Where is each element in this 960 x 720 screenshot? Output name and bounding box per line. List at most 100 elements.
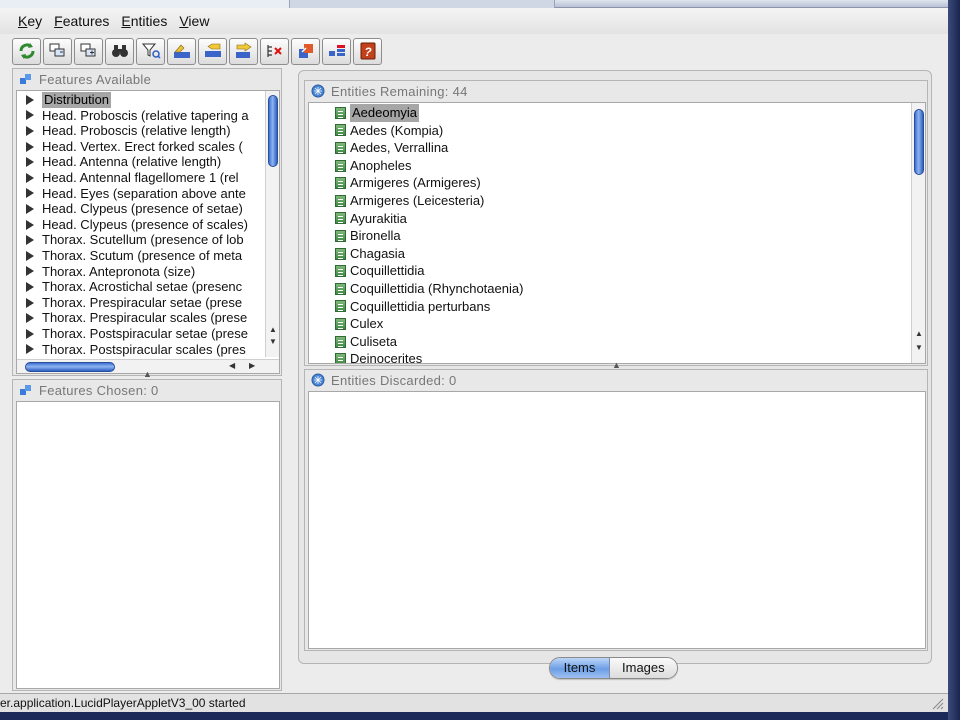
features-used-button[interactable] xyxy=(43,37,72,65)
feature-tree-item[interactable]: Head. Clypeus (presence of scales) xyxy=(17,217,279,233)
features-chosen-list[interactable] xyxy=(16,401,280,689)
feature-tree-item[interactable]: Head. Antennal flagellomere 1 (rel xyxy=(17,170,279,186)
feature-tree-item[interactable]: Thorax. Scutellum (presence of lob xyxy=(17,232,279,248)
entity-list-item[interactable]: Coquillettidia (Rhynchotaenia) xyxy=(309,280,925,298)
similarities-button[interactable] xyxy=(322,37,351,65)
clear-chosen-button[interactable] xyxy=(260,37,289,65)
entities-discarded-list[interactable] xyxy=(308,391,926,649)
expand-triangle-icon[interactable] xyxy=(26,344,34,355)
find-button[interactable] xyxy=(105,37,134,65)
scroll-down-arrow[interactable]: ▼ xyxy=(268,337,278,347)
resize-grip-icon[interactable] xyxy=(930,696,944,710)
menu-entities[interactable]: Entities xyxy=(121,13,167,29)
entity-list-item[interactable]: Aedeomyia xyxy=(309,104,925,122)
features-available-list[interactable]: Distribution Head. Proboscis (relative ta… xyxy=(16,90,280,374)
splitter-handle[interactable]: ▲ xyxy=(143,369,152,379)
features-chosen-title: Features Chosen: 0 xyxy=(39,382,159,398)
entity-list-item[interactable]: Coquillettidia xyxy=(309,262,925,280)
expand-triangle-icon[interactable] xyxy=(26,172,34,183)
restart-button[interactable] xyxy=(12,37,41,65)
expand-triangle-icon[interactable] xyxy=(26,297,34,308)
prune-button[interactable] xyxy=(198,37,227,65)
expand-triangle-icon[interactable] xyxy=(26,125,34,136)
features-used-icon xyxy=(49,43,64,57)
next-feature-button[interactable] xyxy=(229,37,258,65)
expand-triangle-icon[interactable] xyxy=(26,157,34,168)
features-available-header: Features Available xyxy=(13,69,281,89)
entities-remaining-header: Entities Remaining: 44 xyxy=(305,81,927,101)
entity-list-item[interactable]: Armigeres (Armigeres) xyxy=(309,174,925,192)
expand-triangle-icon[interactable] xyxy=(26,266,34,277)
expand-triangle-icon[interactable] xyxy=(26,235,34,246)
features-vertical-scrollbar[interactable]: ▲ ▼ xyxy=(265,91,279,357)
features-horizontal-scroll-thumb[interactable] xyxy=(25,362,115,372)
entity-document-icon xyxy=(335,282,346,295)
feature-tree-item[interactable]: Thorax. Prespiracular scales (prese xyxy=(17,310,279,326)
feature-tree-item[interactable]: Head. Antenna (relative length) xyxy=(17,154,279,170)
feature-label: Head. Proboscis (relative length) xyxy=(42,123,231,139)
entity-list-item[interactable]: Armigeres (Leicesteria) xyxy=(309,192,925,210)
features-vertical-scroll-thumb[interactable] xyxy=(268,95,278,167)
binoculars-icon xyxy=(111,45,128,57)
feature-tree-item[interactable]: Head. Eyes (separation above ante xyxy=(17,186,279,202)
expand-triangle-icon[interactable] xyxy=(26,188,34,199)
feature-tree-item[interactable]: Thorax. Postspiracular setae (prese xyxy=(17,326,279,342)
entities-remaining-list[interactable]: Aedeomyia Aedes (Kompia) Aedes, Verrallina… xyxy=(308,102,926,364)
scroll-up-arrow[interactable]: ▲ xyxy=(268,325,278,335)
feature-tree-item[interactable]: Thorax. Scutum (presence of meta xyxy=(17,248,279,264)
entity-list-item[interactable]: Coquillettidia perturbans xyxy=(309,298,925,316)
entities-vertical-scroll-thumb[interactable] xyxy=(914,109,924,175)
best-feature-button[interactable] xyxy=(167,37,196,65)
entity-list-item[interactable]: Aedes (Kompia) xyxy=(309,122,925,140)
expand-triangle-icon[interactable] xyxy=(26,141,34,152)
filter-button[interactable] xyxy=(136,37,165,65)
menu-features[interactable]: Features xyxy=(54,13,109,29)
entity-list-item[interactable]: Ayurakitia xyxy=(309,210,925,228)
entity-document-icon xyxy=(335,124,346,137)
entity-label: Coquillettidia (Rhynchotaenia) xyxy=(350,280,524,296)
expand-triangle-icon[interactable] xyxy=(26,313,34,324)
tab-images[interactable]: Images xyxy=(610,658,677,678)
scroll-right-arrow[interactable]: ▶ xyxy=(249,361,255,370)
entity-label: Armigeres (Leicesteria) xyxy=(350,192,485,208)
feature-tree-item[interactable]: Head. Proboscis (relative tapering a xyxy=(17,108,279,124)
expand-triangle-icon[interactable] xyxy=(26,328,34,339)
entity-document-icon xyxy=(335,247,346,260)
entity-list-item[interactable]: Chagasia xyxy=(309,245,925,263)
entity-list-item[interactable]: Aedes, Verrallina xyxy=(309,139,925,157)
features-chosen-panel: Features Chosen: 0 xyxy=(12,379,282,691)
feature-label: Thorax. Postspiracular scales (pres xyxy=(42,341,246,357)
entities-vertical-scrollbar[interactable]: ▲ ▼ xyxy=(911,103,925,363)
feature-label: Thorax. Acrostichal setae (presenc xyxy=(42,279,243,295)
feature-tree-item[interactable]: Thorax. Antepronota (size) xyxy=(17,264,279,280)
feature-tree-item[interactable]: Thorax. Prespiracular setae (prese xyxy=(17,295,279,311)
entity-list-item[interactable]: Culiseta xyxy=(309,333,925,351)
feature-tree-item[interactable]: Head. Vertex. Erect forked scales ( xyxy=(17,139,279,155)
scroll-left-arrow[interactable]: ◀ xyxy=(229,361,235,370)
scroll-down-arrow[interactable]: ▼ xyxy=(914,343,924,353)
expand-triangle-icon[interactable] xyxy=(26,219,34,230)
entity-list-item[interactable]: Culex xyxy=(309,315,925,333)
help-button[interactable]: ? xyxy=(353,37,382,65)
entity-document-icon xyxy=(335,335,346,348)
differences-button[interactable] xyxy=(291,37,320,65)
features-unused-button[interactable] xyxy=(74,37,103,65)
tab-items[interactable]: Items xyxy=(550,658,610,678)
feature-tree-item[interactable]: Head. Clypeus (presence of setae) xyxy=(17,201,279,217)
scroll-up-arrow[interactable]: ▲ xyxy=(914,329,924,339)
expand-triangle-icon[interactable] xyxy=(26,110,34,121)
feature-tree-item[interactable]: Head. Proboscis (relative length) xyxy=(17,123,279,139)
feature-tree-item[interactable]: Thorax. Acrostichal setae (presenc xyxy=(17,279,279,295)
feature-tree-item[interactable]: Distribution xyxy=(17,92,279,108)
feature-tree-item[interactable]: Thorax. Postspiracular scales (pres xyxy=(17,342,279,358)
features-available-title: Features Available xyxy=(39,71,152,87)
expand-triangle-icon[interactable] xyxy=(26,281,34,292)
entity-list-item[interactable]: Bironella xyxy=(309,227,925,245)
feature-label: Thorax. Antepronota (size) xyxy=(42,263,196,279)
expand-triangle-icon[interactable] xyxy=(26,94,34,105)
entity-list-item[interactable]: Anopheles xyxy=(309,157,925,175)
expand-triangle-icon[interactable] xyxy=(26,250,34,261)
menu-key[interactable]: Key xyxy=(18,13,42,29)
expand-triangle-icon[interactable] xyxy=(26,203,34,214)
menu-view[interactable]: View xyxy=(179,13,209,29)
